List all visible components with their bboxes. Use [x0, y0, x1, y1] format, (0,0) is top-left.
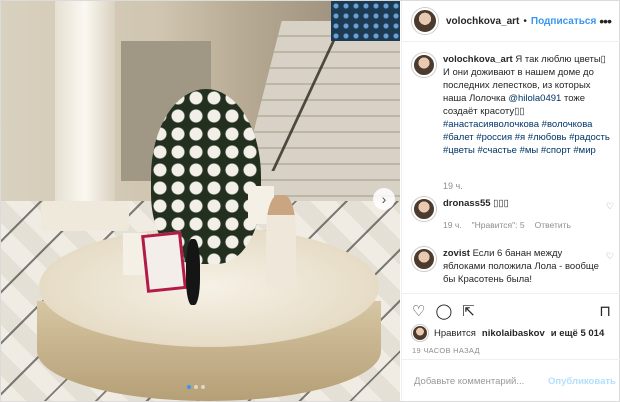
bookmark-icon[interactable]: ⊓ [599, 302, 611, 320]
photo-christmas-tree [331, 1, 400, 41]
caption-time[interactable]: 19 ч. [443, 181, 463, 191]
next-arrow-icon[interactable]: › [373, 188, 395, 210]
add-comment-bar: Опубликовать [402, 359, 620, 402]
photo-column-base [41, 201, 129, 231]
carousel-dot [187, 385, 191, 389]
caption-mention[interactable]: @hilola0491 [508, 93, 561, 104]
comment: dronass55 ▯▯▯ ♡ [412, 197, 614, 221]
likes-count[interactable]: и ещё 5 014 [551, 328, 604, 339]
action-bar: ♡ ◯ ⇱ ⊓ [402, 293, 620, 328]
likes-user[interactable]: nikolaibaskov [482, 328, 545, 339]
comment-icon[interactable]: ◯ [435, 302, 452, 320]
like-heart-icon[interactable]: ♡ [412, 302, 425, 320]
avatar[interactable] [412, 8, 438, 34]
likes-prefix: Нравится [434, 327, 476, 339]
avatar[interactable] [412, 53, 436, 77]
avatar[interactable] [412, 325, 428, 341]
comment-username[interactable]: zovist [443, 248, 470, 259]
comment-body: dronass55 ▯▯▯ [443, 197, 599, 221]
carousel-dot [201, 385, 205, 389]
publish-button[interactable]: Опубликовать [548, 376, 616, 387]
post-header: volochkova_art • Подписаться ••• [402, 1, 620, 42]
comment-username[interactable]: dronass55 [443, 198, 491, 209]
photo-column [55, 1, 115, 221]
photo-black-vase [186, 239, 200, 305]
heart-icon[interactable]: ♡ [606, 251, 614, 286]
carousel-dot [194, 385, 198, 389]
caption-hashtags[interactable]: #анастасияволочкова #волочкова #балет #р… [443, 119, 610, 156]
avatar[interactable] [412, 247, 436, 271]
photo-picture-frame [141, 231, 187, 293]
post-photo[interactable]: › [1, 1, 400, 401]
post-sidebar: volochkova_art • Подписаться ••• volochk… [401, 1, 620, 401]
photo-angel-figurine [266, 195, 296, 287]
post-timestamp[interactable]: 19 ЧАСОВ НАЗАД [412, 346, 480, 355]
more-horizontal-icon[interactable]: ••• [599, 13, 612, 29]
comment-input[interactable] [412, 374, 548, 388]
header-separator: • [523, 15, 527, 27]
post-container: › volochkova_art • Подписаться ••• voloc… [0, 0, 620, 402]
comment-text: ▯▯▯ [493, 198, 509, 209]
avatar[interactable] [412, 197, 436, 221]
author-username[interactable]: volochkova_art [446, 16, 519, 27]
reply-button[interactable]: Ответить [535, 220, 571, 230]
carousel-indicator [187, 385, 205, 389]
heart-icon[interactable]: ♡ [606, 201, 614, 221]
likes-summary: Нравится nikolaibaskov и ещё 5 014 [412, 325, 604, 341]
comment-time[interactable]: 19 ч. [443, 220, 462, 230]
share-icon[interactable]: ⇱ [462, 302, 475, 320]
comment-meta: 19 ч. "Нравится": 5 Ответить [443, 220, 571, 230]
comment-likes[interactable]: "Нравится": 5 [472, 220, 525, 230]
post-caption: volochkova_art Я так люблю цветы▯ И они … [412, 53, 612, 157]
comment-body: zovist Если 6 банан между яблоками полож… [443, 247, 599, 286]
follow-button[interactable]: Подписаться [531, 16, 596, 27]
caption-username[interactable]: volochkova_art [443, 54, 513, 65]
caption-text: volochkova_art Я так люблю цветы▯ И они … [443, 53, 612, 157]
comment: zovist Если 6 банан между яблоками полож… [412, 247, 614, 286]
